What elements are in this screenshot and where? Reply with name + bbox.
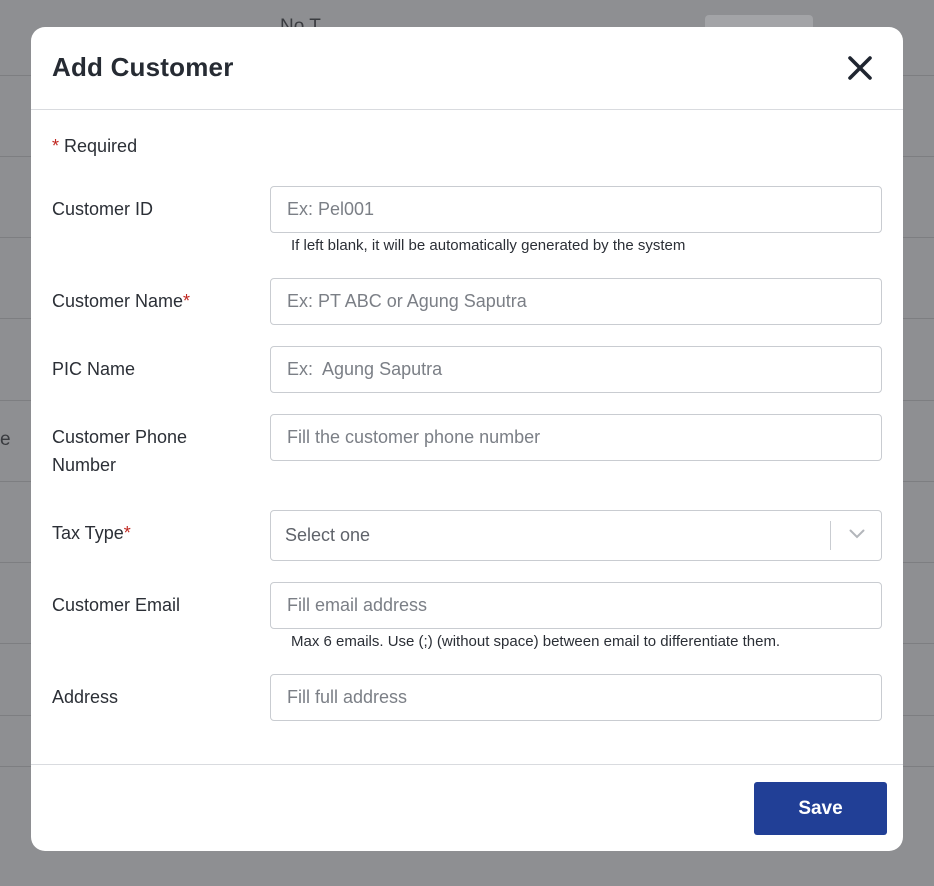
tax-type-select[interactable]: Select one — [270, 510, 882, 561]
close-icon — [848, 56, 872, 80]
tax-type-selected-value: Select one — [285, 525, 371, 545]
customer-phone-input[interactable] — [270, 414, 882, 461]
customer-email-help: Max 6 emails. Use (;) (without space) be… — [291, 633, 781, 650]
background-row-text: e — [0, 429, 11, 450]
required-star: * — [52, 136, 60, 156]
customer-phone-label-text: Customer Phone Number — [52, 427, 188, 475]
chevron-down-icon — [849, 529, 865, 539]
address-label: Address — [52, 683, 252, 711]
address-input[interactable] — [270, 674, 882, 721]
customer-name-label-text: Customer Name — [52, 291, 184, 311]
modal-body: * Required Customer ID If left blank, it… — [31, 110, 903, 765]
required-label: Required — [64, 136, 138, 156]
add-customer-modal: Add Customer * Required Customer ID If l… — [31, 27, 903, 851]
modal-footer: Save — [31, 764, 903, 851]
required-star: * — [123, 523, 131, 543]
required-note: * Required — [52, 136, 137, 157]
customer-email-input[interactable] — [270, 582, 882, 629]
select-separator — [830, 521, 831, 550]
close-button[interactable] — [847, 55, 873, 81]
required-star: * — [183, 291, 191, 311]
customer-name-input[interactable] — [270, 278, 882, 325]
customer-email-label: Customer Email — [52, 591, 252, 619]
customer-id-label: Customer ID — [52, 195, 252, 223]
pic-name-input[interactable] — [270, 346, 882, 393]
save-button[interactable]: Save — [754, 782, 887, 835]
customer-phone-label: Customer Phone Number — [52, 423, 222, 479]
customer-email-label-text: Customer Email — [52, 595, 181, 615]
pic-name-label: PIC Name — [52, 355, 252, 383]
customer-id-input[interactable] — [270, 186, 882, 233]
modal-title: Add Customer — [52, 52, 234, 82]
customer-id-label-text: Customer ID — [52, 199, 154, 219]
customer-id-help: If left blank, it will be automatically … — [291, 237, 686, 254]
address-label-text: Address — [52, 687, 119, 707]
modal-header: Add Customer — [31, 27, 903, 110]
customer-name-label: Customer Name* — [52, 287, 252, 315]
pic-name-label-text: PIC Name — [52, 359, 136, 379]
tax-type-label-text: Tax Type — [52, 523, 124, 543]
tax-type-label: Tax Type* — [52, 519, 252, 547]
